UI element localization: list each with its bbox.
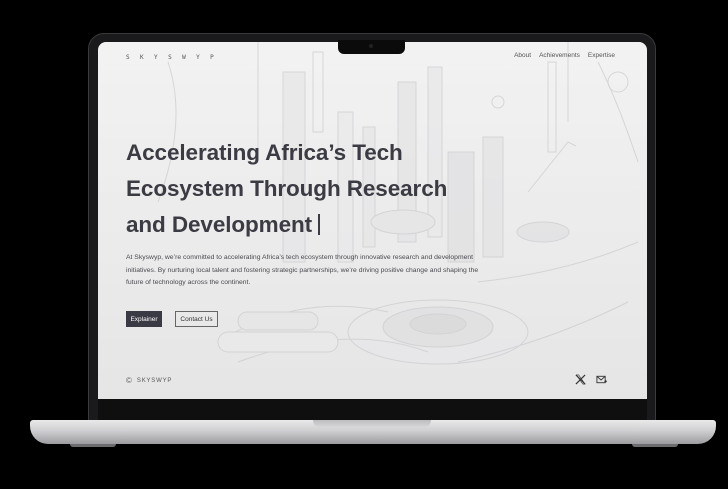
screen-bottom-bezel (98, 399, 647, 420)
top-nav: About Achievements Expertise (514, 52, 615, 59)
nav-link-about[interactable]: About (514, 52, 531, 59)
footer-brand-name: SKYSWYP (136, 378, 173, 384)
social-links (575, 374, 607, 385)
laptop-foot-left (70, 444, 116, 447)
footer-brand: © SKYSWYP (126, 377, 172, 385)
hero-headline: Accelerating Africa’s Tech Ecosystem Thr… (126, 135, 496, 243)
camera-notch (338, 40, 405, 54)
nav-link-expertise[interactable]: Expertise (588, 52, 615, 59)
nav-link-achievements[interactable]: Achievements (539, 52, 580, 59)
headline-line-3: and Development (126, 212, 313, 237)
hero-description: At Skyswyp, we’re committed to accelerat… (126, 254, 479, 287)
headline-line-1: Accelerating Africa’s Tech (126, 140, 403, 165)
contact-us-button[interactable]: Contact Us (175, 311, 218, 327)
x-icon[interactable] (575, 374, 586, 385)
headline-line-2: Ecosystem Through Research (126, 176, 448, 201)
typing-cursor (318, 214, 321, 235)
site-logo[interactable]: S K Y S W Y P (126, 54, 217, 61)
copyright-icon: © (126, 376, 132, 385)
laptop-foot-right (632, 444, 678, 447)
mail-icon[interactable] (596, 374, 607, 385)
explainer-button[interactable]: Explainer (126, 311, 162, 327)
camera-icon (369, 44, 373, 48)
trackpad-notch (313, 420, 431, 428)
website-screen: S K Y S W Y P About Achievements Experti… (98, 42, 647, 399)
